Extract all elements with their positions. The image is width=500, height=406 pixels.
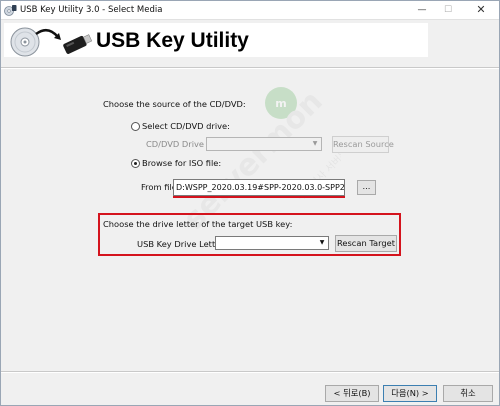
iso-file-radio[interactable]	[131, 159, 140, 168]
cd-drive-label: CD/DVD Drive	[146, 139, 205, 149]
iso-option-label[interactable]: Browse for ISO file:	[142, 158, 221, 168]
app-heading: USB Key Utility	[96, 29, 249, 52]
cd-drive-select[interactable]: ▼	[206, 137, 322, 151]
iso-file-path-input[interactable]: D:WSPP_2020.03.19#SPP-2020.03.0-SPP20200…	[173, 179, 345, 196]
drive-letter-label: USB Key Drive Letter:	[137, 239, 227, 249]
maximize-button[interactable]: ☐	[435, 1, 461, 19]
title-bar[interactable]: USB Key Utility 3.0 - Select Media — ☐ ✕	[1, 1, 499, 20]
chevron-down-icon: ▼	[312, 140, 318, 147]
close-button[interactable]: ✕	[468, 1, 494, 19]
next-button[interactable]: 다음(N) >	[383, 385, 437, 402]
back-button[interactable]: < 뒤로(B)	[325, 385, 379, 402]
header-divider	[1, 67, 499, 69]
drive-letter-select[interactable]: ▼	[215, 236, 329, 250]
footer-divider	[1, 371, 499, 373]
path-highlight-underline	[173, 196, 345, 198]
target-prompt: Choose the drive letter of the target US…	[103, 219, 293, 229]
minimize-button[interactable]: —	[409, 1, 435, 19]
rescan-source-button[interactable]: Rescan Source	[332, 136, 394, 153]
rescan-target-button[interactable]: Rescan Target	[335, 235, 397, 252]
cd-arrow-usb-icon	[8, 25, 93, 57]
window-title: USB Key Utility 3.0 - Select Media	[20, 5, 163, 15]
app-icon	[4, 4, 17, 17]
source-prompt: Choose the source of the CD/DVD:	[103, 99, 246, 109]
usb-key-utility-window: USB Key Utility 3.0 - Select Media — ☐ ✕…	[0, 0, 500, 406]
chevron-down-icon: ▼	[319, 239, 325, 246]
svg-text:m: m	[275, 97, 286, 110]
cancel-button[interactable]: 취소	[443, 385, 493, 402]
browse-button[interactable]: ...	[357, 180, 376, 195]
cd-drive-option-label[interactable]: Select CD/DVD drive:	[142, 121, 230, 131]
cd-drive-radio[interactable]	[131, 122, 140, 131]
